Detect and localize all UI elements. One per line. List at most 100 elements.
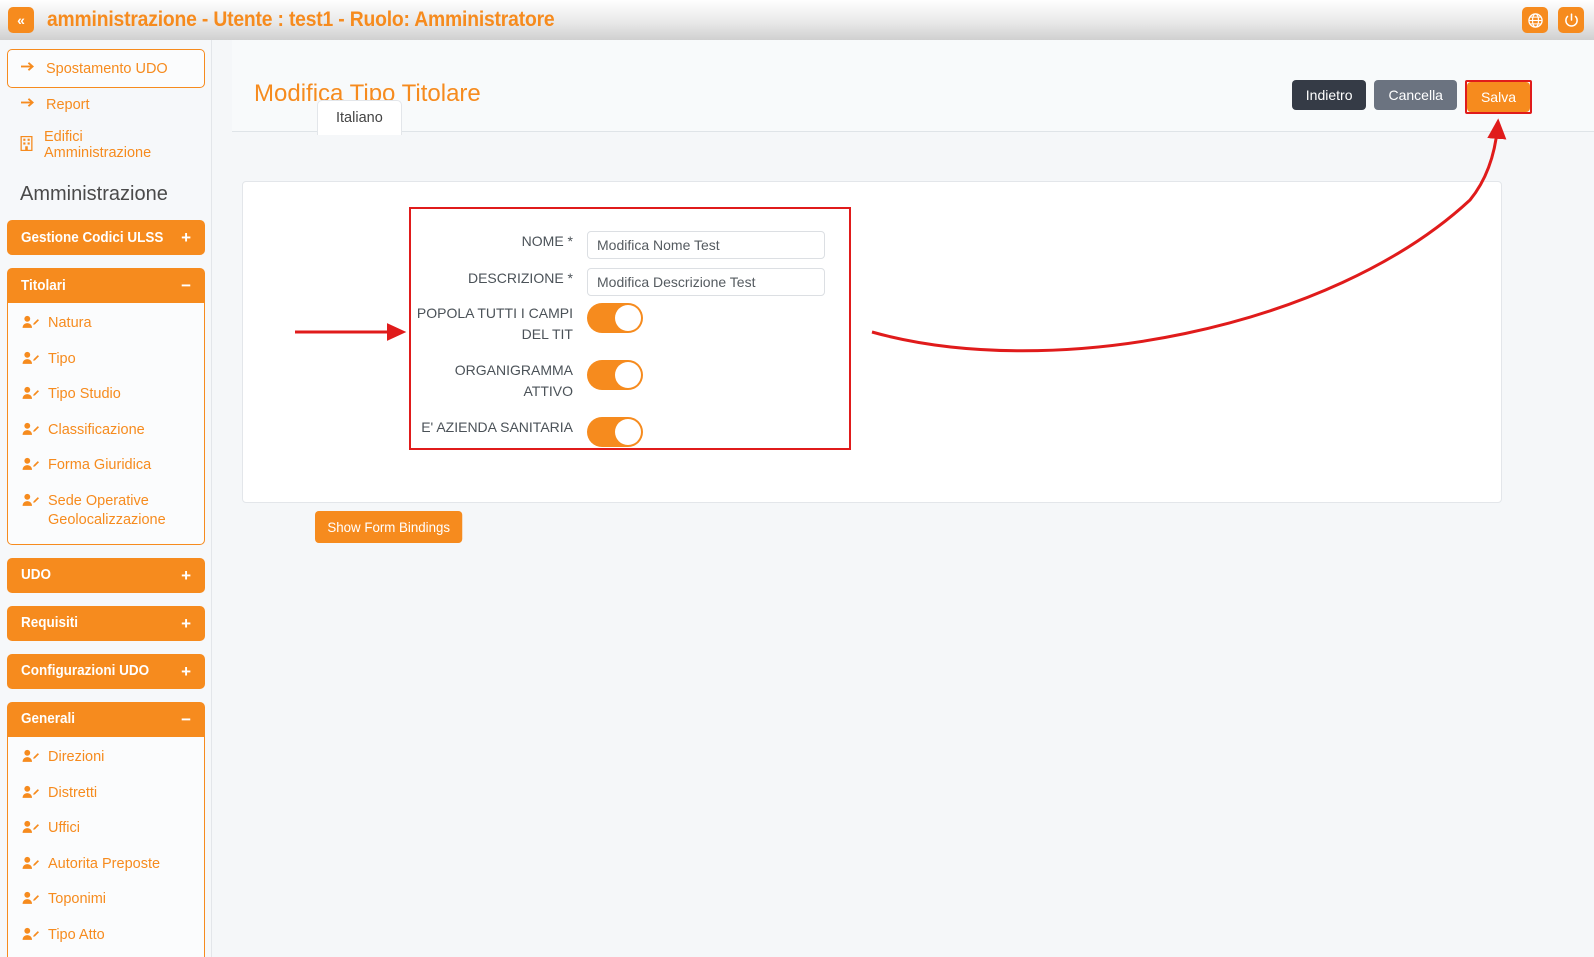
- field-label: NOME *: [521, 233, 573, 249]
- sidebar-item-label: Report: [46, 96, 90, 113]
- form-fields-highlight: NOME * DESCRIZIONE * POPOLA TUTTI I CAMP…: [409, 207, 851, 450]
- page-header: Modifica Tipo Titolare Indietro Cancella…: [232, 40, 1594, 132]
- cancel-button[interactable]: Cancella: [1374, 80, 1457, 110]
- sidebar-subitems-generali: Direzioni Distretti Uffici Autorita Prep…: [7, 736, 205, 957]
- sidebar-item-spostamento-udo[interactable]: Spostamento UDO: [7, 49, 205, 88]
- logout-button[interactable]: [1558, 7, 1584, 33]
- sidebar-item-label: Tipo: [48, 350, 76, 367]
- descrizione-input[interactable]: [587, 268, 825, 296]
- field-label: E' AZIENDA SANITARIA: [421, 419, 573, 435]
- accordion-label: Gestione Codici ULSS: [21, 229, 164, 246]
- sidebar: Spostamento UDO Report Edifici Amministr…: [0, 40, 212, 957]
- sidebar-item-classificazione[interactable]: Classificazione: [8, 414, 204, 450]
- sidebar-item-label: Tipo Atto: [48, 926, 105, 943]
- app-title: amministrazione - Utente : test1 - Ruolo…: [47, 8, 555, 31]
- topbar-actions: [1522, 7, 1584, 33]
- sidebar-item-label: Direzioni: [48, 748, 105, 765]
- sidebar-item-tipo-atto[interactable]: Tipo Atto: [8, 919, 204, 955]
- sidebar-item-label: Natura: [48, 315, 92, 331]
- azienda-sanitaria-toggle[interactable]: [587, 417, 643, 447]
- sidebar-item-toponimi[interactable]: Toponimi: [8, 883, 204, 919]
- field-label: POPOLA TUTTI I CAMPI DEL TIT: [416, 305, 573, 342]
- back-button[interactable]: Indietro: [1291, 80, 1367, 110]
- sidebar-accordion-generali[interactable]: Generali −: [7, 701, 205, 737]
- popola-tutti-i-campi-toggle[interactable]: [587, 303, 643, 333]
- minus-icon: −: [181, 709, 191, 729]
- sidebar-subitems-titolari: Natura Tipo Tipo Studio Classificazione: [7, 303, 205, 545]
- user-edit-icon: [22, 785, 39, 806]
- user-edit-icon: [22, 856, 39, 877]
- sidebar-scroll-content: Spostamento UDO Report Edifici Amministr…: [0, 40, 211, 957]
- user-edit-icon: [22, 820, 39, 841]
- plus-icon: +: [181, 228, 191, 247]
- main-content: Modifica Tipo Titolare Indietro Cancella…: [232, 40, 1594, 957]
- globe-icon: [1527, 12, 1543, 28]
- toggle-knob: [615, 305, 641, 331]
- sidebar-item-label: Tipo Studio: [48, 386, 121, 403]
- arrow-right-icon: [20, 60, 35, 77]
- sidebar-item-label: Edifici Amministrazione: [44, 129, 152, 161]
- top-bar: « amministrazione - Utente : test1 - Ruo…: [0, 0, 1594, 40]
- sidebar-accordion-requisiti[interactable]: Requisiti +: [7, 605, 205, 641]
- field-row-e-azienda-sanitaria: E' AZIENDA SANITARIA: [411, 417, 643, 447]
- sidebar-collapse-button[interactable]: «: [8, 7, 34, 33]
- user-edit-icon: [22, 493, 39, 514]
- field-row-descrizione: DESCRIZIONE *: [411, 268, 825, 296]
- sidebar-item-direzioni[interactable]: Direzioni: [8, 741, 204, 777]
- sidebar-item-label: Forma Giuridica: [48, 457, 152, 474]
- double-chevron-left-icon: «: [17, 12, 25, 28]
- field-label: ORGANIGRAMMA ATTIVO: [454, 362, 573, 399]
- field-row-nome: NOME *: [411, 231, 825, 259]
- save-button-highlight: Salva: [1464, 80, 1532, 114]
- accordion-label: UDO: [21, 567, 51, 584]
- sidebar-item-label: Autorita Preposte: [48, 855, 161, 872]
- plus-icon: +: [181, 661, 191, 681]
- sidebar-item-edifici-amministrazione[interactable]: Edifici Amministrazione: [0, 121, 211, 169]
- user-edit-icon: [22, 315, 39, 336]
- arrow-right-icon: [20, 96, 35, 113]
- plus-icon: +: [181, 613, 191, 633]
- toggle-knob: [615, 362, 641, 388]
- sidebar-item-tipo[interactable]: Tipo: [8, 343, 204, 379]
- sidebar-accordion-titolari[interactable]: Titolari −: [7, 268, 205, 303]
- nome-input[interactable]: [587, 231, 825, 259]
- show-form-bindings-button[interactable]: Show Form Bindings: [315, 511, 463, 543]
- accordion-label: Requisiti: [21, 615, 78, 632]
- user-edit-icon: [22, 927, 39, 948]
- user-edit-icon: [22, 422, 39, 443]
- sidebar-item-autorita-preposte[interactable]: Autorita Preposte: [8, 848, 204, 884]
- sidebar-accordion-gestione-codici-ulss[interactable]: Gestione Codici ULSS +: [7, 220, 205, 255]
- sidebar-item-report[interactable]: Report: [0, 88, 211, 121]
- user-edit-icon: [22, 457, 39, 478]
- sidebar-item-label: Distretti: [48, 784, 98, 801]
- save-button[interactable]: Salva: [1466, 82, 1530, 112]
- sidebar-item-distretti[interactable]: Distretti: [8, 777, 204, 813]
- language-button[interactable]: [1522, 7, 1548, 33]
- sidebar-accordion-udo[interactable]: UDO +: [7, 557, 205, 593]
- accordion-label: Generali: [21, 711, 75, 728]
- user-edit-icon: [22, 386, 39, 407]
- power-icon: [1564, 12, 1579, 28]
- user-edit-icon: [22, 891, 39, 912]
- sidebar-item-label: Classificazione: [48, 421, 145, 438]
- user-edit-icon: [22, 749, 39, 770]
- plus-icon: +: [181, 565, 191, 585]
- sidebar-item-uffici[interactable]: Uffici: [8, 812, 204, 848]
- sidebar-item-label: Spostamento UDO: [46, 60, 168, 77]
- sidebar-item-label: Sede Operative Geolocalizzazione: [48, 492, 166, 529]
- sidebar-item-forma-giuridica[interactable]: Forma Giuridica: [8, 449, 204, 485]
- sidebar-item-label: Uffici: [48, 820, 80, 837]
- accordion-label: Titolari: [21, 277, 66, 294]
- building-icon: [20, 135, 33, 155]
- sidebar-accordion-configurazioni-udo[interactable]: Configurazioni UDO +: [7, 653, 205, 689]
- sidebar-item-label: Toponimi: [48, 891, 107, 908]
- accordion-label: Configurazioni UDO: [21, 663, 150, 680]
- field-label: DESCRIZIONE *: [467, 270, 573, 286]
- sidebar-item-sede-operative-geolocalizzazione[interactable]: Sede Operative Geolocalizzazione: [8, 485, 204, 538]
- sidebar-item-natura[interactable]: Natura: [8, 307, 204, 343]
- tab-italiano[interactable]: Italiano: [317, 100, 402, 135]
- sidebar-item-tipo-studio[interactable]: Tipo Studio: [8, 378, 204, 414]
- toggle-knob: [615, 419, 641, 445]
- field-row-popola-tutti-i-campi-del-tit: POPOLA TUTTI I CAMPI DEL TIT: [411, 303, 643, 345]
- organigramma-attivo-toggle[interactable]: [587, 360, 643, 390]
